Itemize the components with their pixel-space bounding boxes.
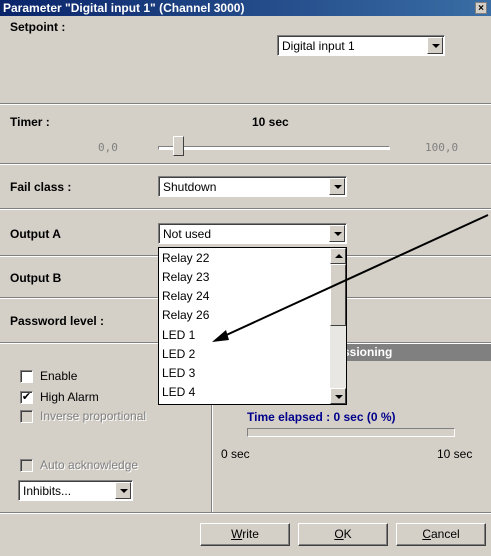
annotation-arrow-line (221, 214, 489, 338)
annotation-arrow (212, 214, 489, 342)
parameter-dialog: Parameter "Digital input 1" (Channel 300… (0, 0, 491, 556)
annotation-arrow-head (212, 330, 229, 342)
